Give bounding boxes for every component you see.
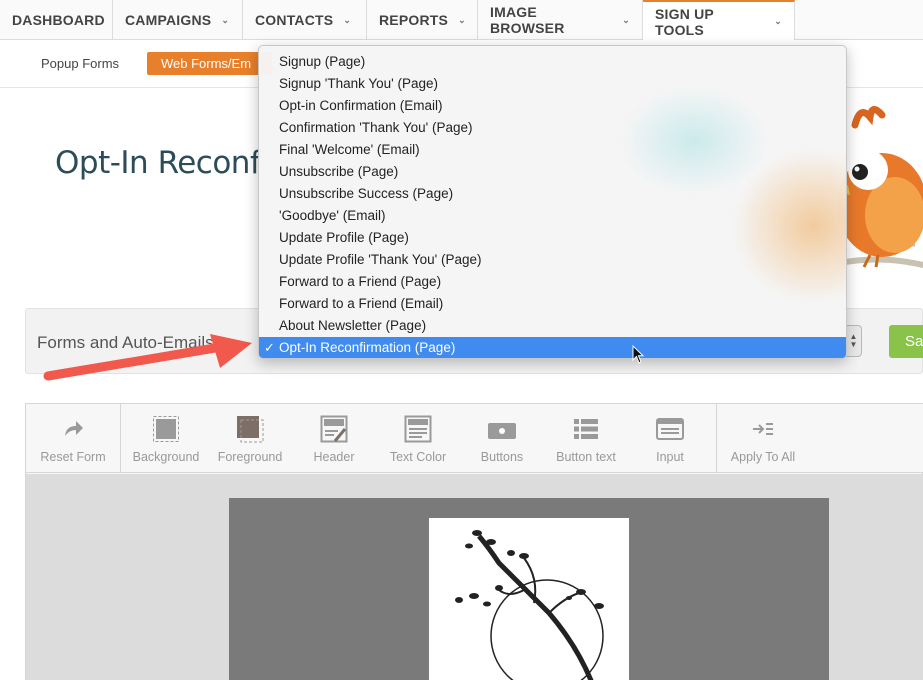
nav-image-browser[interactable]: IMAGE BROWSER ⌄: [478, 0, 643, 40]
chevron-down-icon: ⌄: [458, 14, 466, 25]
form-preview: [229, 498, 829, 680]
nav-dashboard-label: DASHBOARD: [12, 12, 105, 28]
mouse-pointer-icon: [632, 345, 645, 364]
subtab-popup-forms[interactable]: Popup Forms: [27, 52, 133, 75]
header-tool[interactable]: Header: [294, 404, 374, 473]
button-text-tool[interactable]: Button text: [546, 404, 626, 473]
input-tool[interactable]: Input: [630, 404, 710, 473]
dropdown-option[interactable]: Signup 'Thank You' (Page): [259, 73, 846, 95]
dropdown-option[interactable]: Unsubscribe (Page): [259, 161, 846, 183]
tree-branch-illustration: [455, 530, 604, 680]
dropdown-option[interactable]: Confirmation 'Thank You' (Page): [259, 117, 846, 139]
dropdown-option-label: Unsubscribe Success (Page): [279, 186, 454, 201]
dropdown-option-label: Signup (Page): [279, 54, 366, 69]
dropdown-option-label: Unsubscribe (Page): [279, 164, 399, 179]
button-text-label: Button text: [556, 450, 616, 464]
form-header-image[interactable]: [429, 518, 629, 680]
dropdown-option-label: 'Goodbye' (Email): [279, 208, 386, 223]
dropdown-option[interactable]: Final 'Welcome' (Email): [259, 139, 846, 161]
reset-form-tool[interactable]: Reset Form: [26, 404, 120, 473]
nav-reports[interactable]: REPORTS ⌄: [367, 0, 478, 40]
dropdown-option-label: About Newsletter (Page): [279, 318, 427, 333]
buttons-label: Buttons: [480, 450, 524, 464]
chevron-down-icon: ⌄: [774, 16, 782, 26]
apply-to-all-label: Apply To All: [730, 450, 796, 464]
dropdown-option-label: Confirmation 'Thank You' (Page): [279, 120, 473, 135]
background-label: Background: [132, 450, 200, 464]
top-navigation: DASHBOARD CAMPAIGNS ⌄ CONTACTS ⌄ REPORTS…: [0, 0, 923, 41]
apply-to-all-icon: [748, 414, 778, 444]
background-icon: [151, 414, 181, 444]
editor-canvas: [26, 474, 923, 680]
dropdown-option-label: Signup 'Thank You' (Page): [279, 76, 439, 91]
dropdown-option-label: Forward to a Friend (Page): [279, 274, 442, 289]
toolbar-divider: [716, 404, 717, 473]
dropdown-option-label: Opt-In Reconfirmation (Page): [279, 340, 456, 355]
dropdown-option[interactable]: Update Profile (Page): [259, 227, 846, 249]
dropdown-option-label: Final 'Welcome' (Email): [279, 142, 420, 157]
header-icon: [319, 414, 349, 444]
dropdown-option[interactable]: Signup (Page): [259, 51, 846, 73]
dropdown-option-label: Update Profile 'Thank You' (Page): [279, 252, 482, 267]
nav-contacts-label: CONTACTS: [255, 12, 334, 28]
dropdown-option[interactable]: Forward to a Friend (Email): [259, 293, 846, 315]
dropdown-option[interactable]: Unsubscribe Success (Page): [259, 183, 846, 205]
background-tool[interactable]: Background: [126, 404, 206, 473]
save-button[interactable]: Sa: [889, 325, 923, 358]
chevron-down-icon: ⌄: [343, 14, 352, 25]
dropdown-option[interactable]: About Newsletter (Page): [259, 315, 846, 337]
red-arrow-annotation: [43, 334, 252, 381]
editor-toolbar: Reset Form Background Foreground Header …: [26, 404, 923, 473]
checkmark-icon: ✓: [264, 340, 275, 355]
nav-contacts[interactable]: CONTACTS ⌄: [243, 0, 367, 40]
nav-dashboard[interactable]: DASHBOARD: [0, 0, 113, 40]
buttons-tool[interactable]: Buttons: [462, 404, 542, 473]
nav-campaigns[interactable]: CAMPAIGNS ⌄: [113, 0, 243, 40]
chevron-down-icon: ▼: [849, 340, 858, 349]
nav-sign-up-tools-label: SIGN UP TOOLS: [655, 5, 714, 38]
button-text-icon: [571, 414, 601, 444]
apply-to-all-tool[interactable]: Apply To All: [718, 404, 808, 473]
subtab-web-forms[interactable]: Web Forms/Em: [147, 52, 272, 75]
text-color-tool[interactable]: Text Color: [378, 404, 458, 473]
chevron-down-icon: ⌄: [221, 14, 230, 25]
input-icon: [655, 414, 685, 444]
nav-campaigns-label: CAMPAIGNS: [125, 12, 212, 28]
chevron-down-icon: ⌄: [622, 14, 630, 25]
save-button-label: Sa: [905, 333, 923, 350]
reset-arrow-icon: [58, 414, 88, 444]
text-color-label: Text Color: [389, 450, 447, 464]
input-label: Input: [656, 450, 684, 464]
form-editor: Reset Form Background Foreground Header …: [25, 403, 923, 680]
page-title: Opt-In Reconf: [55, 145, 261, 181]
reset-form-label: Reset Form: [40, 450, 106, 464]
subtab-web-forms-label: Web Forms/Em: [161, 56, 252, 71]
dropdown-option[interactable]: 'Goodbye' (Email): [259, 205, 846, 227]
dropdown-option-label: Opt-in Confirmation (Email): [279, 98, 443, 113]
subtab-popup-forms-label: Popup Forms: [41, 56, 120, 71]
nav-image-browser-label: IMAGE BROWSER: [490, 4, 565, 36]
foreground-tool[interactable]: Foreground: [210, 404, 290, 473]
nav-reports-label: REPORTS: [379, 12, 449, 28]
form-type-dropdown-menu: Signup (Page) Signup 'Thank You' (Page) …: [258, 45, 847, 359]
toolbar-divider: [120, 404, 121, 473]
dropdown-option-label: Update Profile (Page): [279, 230, 409, 245]
foreground-icon: [235, 414, 265, 444]
foreground-label: Foreground: [217, 450, 283, 464]
dropdown-option[interactable]: Opt-in Confirmation (Email): [259, 95, 846, 117]
dropdown-option[interactable]: Update Profile 'Thank You' (Page): [259, 249, 846, 271]
dropdown-option-selected[interactable]: ✓ Opt-In Reconfirmation (Page): [259, 337, 846, 358]
nav-sign-up-tools[interactable]: SIGN UP TOOLS ⌄: [643, 0, 795, 41]
dropdown-option-label: Forward to a Friend (Email): [279, 296, 444, 311]
header-label: Header: [313, 450, 355, 464]
text-color-icon: [403, 414, 433, 444]
buttons-icon: [487, 414, 517, 444]
form-select-arrows[interactable]: ▲ ▼: [846, 325, 862, 357]
dropdown-option[interactable]: Forward to a Friend (Page): [259, 271, 846, 293]
